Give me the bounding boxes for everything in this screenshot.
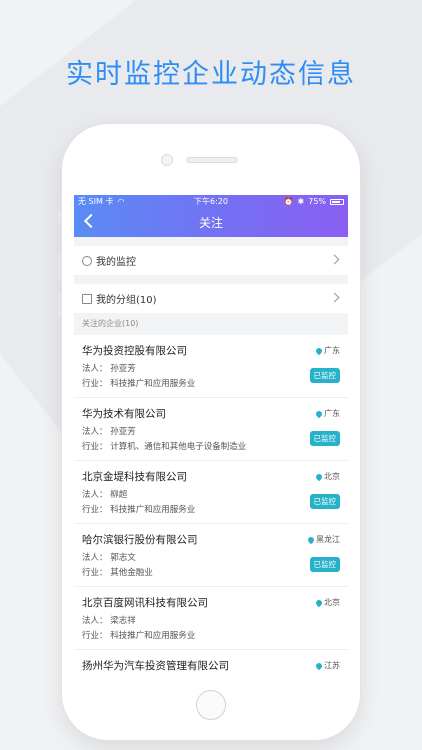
carrier-label: 无 SIM 卡 xyxy=(78,197,114,206)
legal-person: 法人： 郭志文 xyxy=(82,553,136,563)
wifi-icon: ◠ xyxy=(117,197,125,206)
monitored-badge[interactable]: 已监控 xyxy=(309,557,340,572)
menu-label: 我的分组(10) xyxy=(96,295,157,306)
industry: 行业： 科技推广和应用服务业 xyxy=(82,505,196,515)
company-name: 北京百度网讯科技有限公司 xyxy=(82,597,208,609)
menu-my-monitor[interactable]: 我的监控 xyxy=(74,246,348,275)
company-card[interactable]: 华为技术有限公司 法人： 孙亚芳 行业： 计算机、通信和其他电子设备制造业 广东… xyxy=(74,398,348,461)
industry: 行业： 科技推广和应用服务业 xyxy=(82,631,196,641)
company-card[interactable]: 扬州华为汽车投资管理有限公司 江苏 xyxy=(74,650,348,682)
top-bar: 无 SIM 卡 ◠ 下午6:20 ⏰ ✱ 75% 关注 xyxy=(74,195,348,237)
legal-person: 法人： 孙亚芳 xyxy=(82,364,136,374)
speaker-grille xyxy=(186,157,238,163)
home-button[interactable] xyxy=(196,690,226,720)
company-card[interactable]: 北京百度网讯科技有限公司 法人： 梁志祥 行业： 科技推广和应用服务业 北京 xyxy=(74,587,348,650)
location-pin-icon xyxy=(314,409,324,418)
mute-switch xyxy=(58,210,62,224)
section-label: 关注的企业(10) xyxy=(82,319,139,328)
bluetooth-icon: ✱ xyxy=(297,197,305,206)
company-name: 扬州华为汽车投资管理有限公司 xyxy=(82,660,229,672)
legal-person: 法人： 柳超 xyxy=(82,490,128,500)
company-name: 华为投资控股有限公司 xyxy=(82,345,187,357)
location: 江苏 xyxy=(324,661,340,670)
group-icon xyxy=(82,293,92,304)
app-screen: 无 SIM 卡 ◠ 下午6:20 ⏰ ✱ 75% 关注 我的监控 我的分组(10… xyxy=(74,195,348,682)
volume-down-button xyxy=(58,292,62,318)
headline: 实时监控企业动态信息 xyxy=(66,59,356,90)
location: 北京 xyxy=(324,472,340,481)
alarm-icon: ⏰ xyxy=(283,197,294,206)
chevron-right-icon xyxy=(329,292,340,303)
page-title: 关注 xyxy=(198,216,223,230)
location: 广东 xyxy=(324,409,340,418)
legal-person: 法人： 孙亚芳 xyxy=(82,427,136,437)
menu-label: 我的监控 xyxy=(96,257,136,268)
menu-my-groups[interactable]: 我的分组(10) xyxy=(74,284,348,313)
industry: 行业： 计算机、通信和其他电子设备制造业 xyxy=(82,442,247,452)
monitored-badge[interactable]: 已监控 xyxy=(309,431,340,446)
location: 北京 xyxy=(324,598,340,607)
front-camera xyxy=(161,154,173,166)
nav-bar: 关注 xyxy=(74,208,348,237)
legal-person: 法人： 梁志祥 xyxy=(82,616,136,626)
location: 黑龙江 xyxy=(316,535,340,544)
location: 广东 xyxy=(324,346,340,355)
company-name: 华为技术有限公司 xyxy=(82,408,166,420)
status-time: 下午6:20 xyxy=(194,197,228,206)
monitored-badge[interactable]: 已监控 xyxy=(309,368,340,383)
company-name: 北京金堤科技有限公司 xyxy=(82,471,187,483)
volume-up-button xyxy=(58,254,62,280)
location-pin-icon xyxy=(314,472,324,481)
battery-icon xyxy=(330,198,345,205)
battery-percent: 75% xyxy=(308,197,327,206)
location-pin-icon xyxy=(306,535,316,544)
monitor-icon xyxy=(82,255,92,266)
company-card[interactable]: 华为投资控股有限公司 法人： 孙亚芳 行业： 科技推广和应用服务业 广东 已监控 xyxy=(74,335,348,398)
back-arrow-icon[interactable] xyxy=(83,213,99,229)
status-bar: 无 SIM 卡 ◠ 下午6:20 ⏰ ✱ 75% xyxy=(74,195,348,208)
monitored-badge[interactable]: 已监控 xyxy=(309,494,340,509)
location-pin-icon xyxy=(314,346,324,355)
industry: 行业： 科技推广和应用服务业 xyxy=(82,379,196,389)
chevron-right-icon xyxy=(329,254,340,265)
company-name: 哈尔滨银行股份有限公司 xyxy=(82,534,198,546)
company-card[interactable]: 哈尔滨银行股份有限公司 法人： 郭志文 行业： 其他金融业 黑龙江 已监控 xyxy=(74,524,348,587)
industry: 行业： 其他金融业 xyxy=(82,568,153,578)
company-card[interactable]: 北京金堤科技有限公司 法人： 柳超 行业： 科技推广和应用服务业 北京 已监控 xyxy=(74,461,348,524)
location-pin-icon xyxy=(314,598,324,607)
location-pin-icon xyxy=(314,661,324,670)
